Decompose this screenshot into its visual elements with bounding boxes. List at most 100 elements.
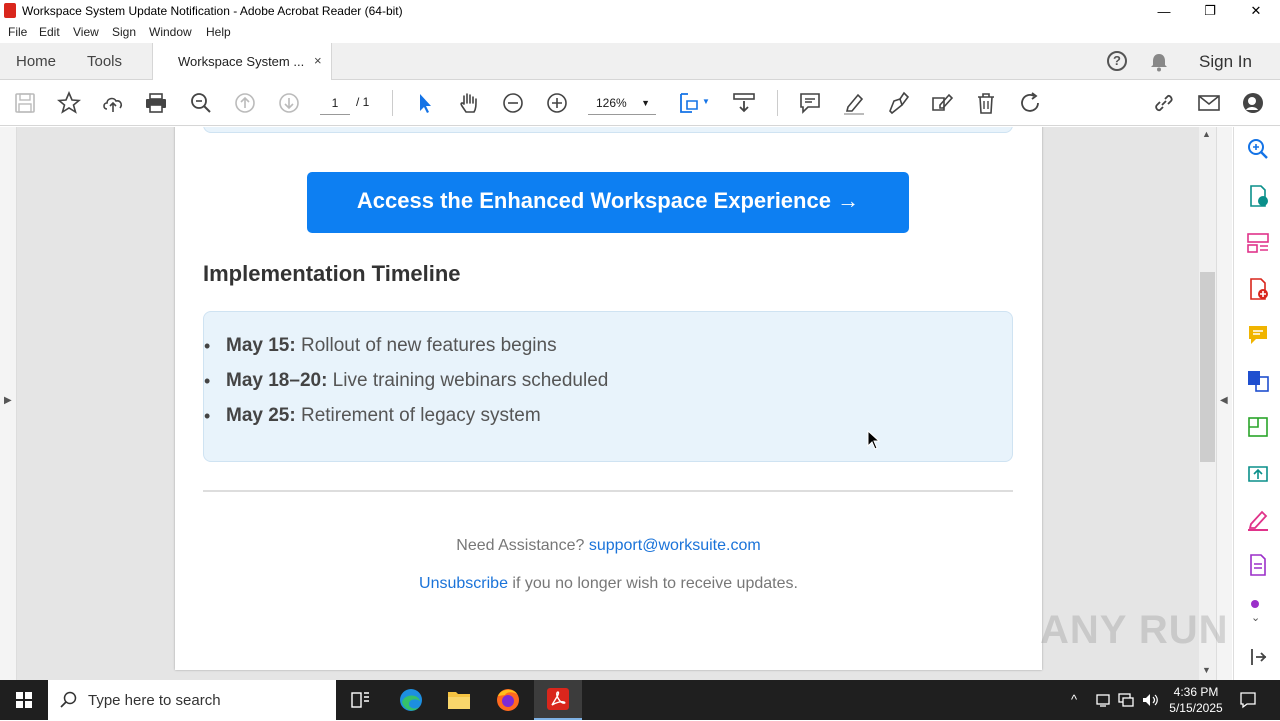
menu-sign[interactable]: Sign [112, 25, 136, 39]
edit-pdf-icon[interactable] [1246, 415, 1270, 439]
toolbar-divider [777, 90, 778, 116]
zoom-out-search-icon[interactable] [189, 91, 213, 115]
windows-start-icon[interactable] [0, 680, 48, 720]
expand-tools-chevron-icon[interactable]: ⌄ [1251, 611, 1260, 624]
previous-page-icon[interactable] [233, 91, 257, 115]
menu-window[interactable]: Window [149, 25, 192, 39]
highlight-pen-icon[interactable] [842, 91, 866, 115]
toolbar-divider [392, 90, 393, 116]
network-device-icon[interactable] [1095, 692, 1111, 708]
scroll-up-icon[interactable]: ▲ [1202, 129, 1211, 139]
create-pdf-icon[interactable] [1246, 277, 1270, 301]
zoom-level-select[interactable]: 126% ▼ [588, 93, 656, 115]
scrollbar-thumb[interactable] [1200, 272, 1215, 462]
file-explorer-icon[interactable] [435, 680, 483, 720]
upload-cloud-icon[interactable] [101, 91, 125, 115]
select-cursor-icon[interactable] [413, 91, 437, 115]
left-panel-toggle[interactable]: ▶ [0, 127, 17, 680]
acrobat-app-icon [4, 3, 16, 18]
system-clock[interactable]: 4:36 PM 5/15/2025 [1166, 684, 1226, 716]
unsubscribe-link[interactable]: Unsubscribe [419, 575, 508, 592]
fill-sign-icon[interactable] [1246, 507, 1270, 531]
tray-overflow-icon[interactable]: ^ [1071, 692, 1077, 707]
organize-pages-icon[interactable] [1246, 231, 1270, 255]
rotate-icon[interactable] [1018, 91, 1042, 115]
mouse-cursor-icon [867, 430, 881, 450]
export-pdf-icon[interactable] [1246, 184, 1270, 208]
page-number-input[interactable]: 1 [320, 93, 350, 115]
pdf-page: Access the Enhanced Workspace Experience… [175, 127, 1042, 670]
zoom-level-value: 126% [596, 96, 627, 110]
save-icon[interactable] [13, 91, 37, 115]
menu-bar: File Edit View Sign Window Help [0, 22, 1280, 43]
firefox-icon[interactable] [484, 680, 532, 720]
zoom-in-icon[interactable] [545, 91, 569, 115]
draw-pen-icon[interactable] [886, 91, 910, 115]
account-search-icon[interactable] [1241, 91, 1265, 115]
assistance-line: Need Assistance? support@worksuite.com [175, 537, 1042, 555]
email-icon[interactable] [1197, 91, 1221, 115]
timeline-date: May 15: [226, 335, 296, 356]
timeline-heading: Implementation Timeline [203, 261, 461, 286]
taskbar-search-box[interactable]: Type here to search [48, 680, 336, 720]
tab-document[interactable]: Workspace System ... × [152, 43, 332, 80]
expand-left-icon: ▶ [4, 395, 12, 406]
zoom-out-icon[interactable] [501, 91, 525, 115]
timeline-box: May 15: Rollout of new features begins M… [203, 311, 1013, 462]
timeline-item: May 25: Retirement of legacy system [204, 402, 608, 437]
ethernet-icon[interactable] [1118, 692, 1134, 708]
print-icon[interactable] [144, 91, 168, 115]
title-bar: Workspace System Update Notification - A… [0, 0, 1280, 22]
timeline-list: May 15: Rollout of new features begins M… [204, 332, 608, 437]
minimize-button[interactable]: — [1141, 0, 1187, 22]
edit-text-icon[interactable] [930, 91, 954, 115]
next-page-icon[interactable] [277, 91, 301, 115]
delete-trash-icon[interactable] [974, 91, 998, 115]
menu-view[interactable]: View [73, 25, 99, 39]
search-zoom-tool-icon[interactable] [1246, 137, 1270, 161]
restore-button[interactable]: ❐ [1187, 0, 1233, 22]
previous-section-box [203, 127, 1013, 133]
tab-home[interactable]: Home [16, 53, 56, 70]
fit-dropdown-caret-icon[interactable]: ▼ [702, 97, 710, 106]
unsubscribe-line: Unsubscribe if you no longer wish to rec… [175, 575, 1042, 593]
access-workspace-button[interactable]: Access the Enhanced Workspace Experience… [307, 172, 909, 233]
menu-edit[interactable]: Edit [39, 25, 60, 39]
support-email-link[interactable]: support@worksuite.com [589, 537, 761, 554]
right-panel-toggle[interactable]: ◀ [1216, 127, 1232, 680]
task-view-icon[interactable] [336, 680, 384, 720]
anyrun-watermark: ANY RUN [1040, 608, 1229, 652]
action-center-icon[interactable] [1239, 691, 1257, 709]
sign-in-button[interactable]: Sign In [1199, 52, 1252, 72]
taskbar-search-placeholder: Type here to search [88, 692, 221, 709]
help-icon[interactable]: ? [1107, 51, 1127, 71]
notification-bell-icon[interactable] [1150, 52, 1168, 72]
collapse-pane-icon[interactable] [1246, 645, 1270, 669]
acrobat-taskbar-button[interactable] [534, 680, 582, 720]
close-tab-icon[interactable]: × [314, 53, 322, 68]
more-tools-icon[interactable] [1246, 597, 1270, 609]
edge-browser-icon[interactable] [387, 680, 435, 720]
vertical-scrollbar[interactable]: ▲ ▼ [1199, 127, 1216, 680]
scroll-down-icon[interactable]: ▼ [1202, 665, 1211, 675]
menu-help[interactable]: Help [206, 25, 231, 39]
hand-tool-icon[interactable] [457, 91, 481, 115]
combine-files-icon[interactable] [1246, 369, 1270, 393]
bookmark-star-icon[interactable] [57, 91, 81, 115]
share-link-icon[interactable] [1152, 91, 1176, 115]
collapse-right-icon: ◀ [1220, 395, 1228, 406]
comment-icon[interactable] [798, 91, 822, 115]
close-window-button[interactable]: ✕ [1233, 0, 1279, 22]
search-icon [60, 691, 77, 708]
volume-icon[interactable] [1141, 692, 1159, 708]
menu-file[interactable]: File [8, 25, 27, 39]
comment-tool-icon[interactable] [1246, 323, 1270, 347]
timeline-date: May 25: [226, 405, 296, 426]
scroll-mode-icon[interactable] [732, 91, 756, 115]
fit-page-icon[interactable] [678, 91, 702, 115]
document-tool-icon[interactable] [1246, 553, 1270, 577]
unsubscribe-text: if you no longer wish to receive updates… [507, 575, 798, 592]
tab-tools[interactable]: Tools [87, 53, 122, 70]
send-for-review-icon[interactable] [1246, 461, 1270, 485]
clock-time: 4:36 PM [1173, 685, 1219, 699]
